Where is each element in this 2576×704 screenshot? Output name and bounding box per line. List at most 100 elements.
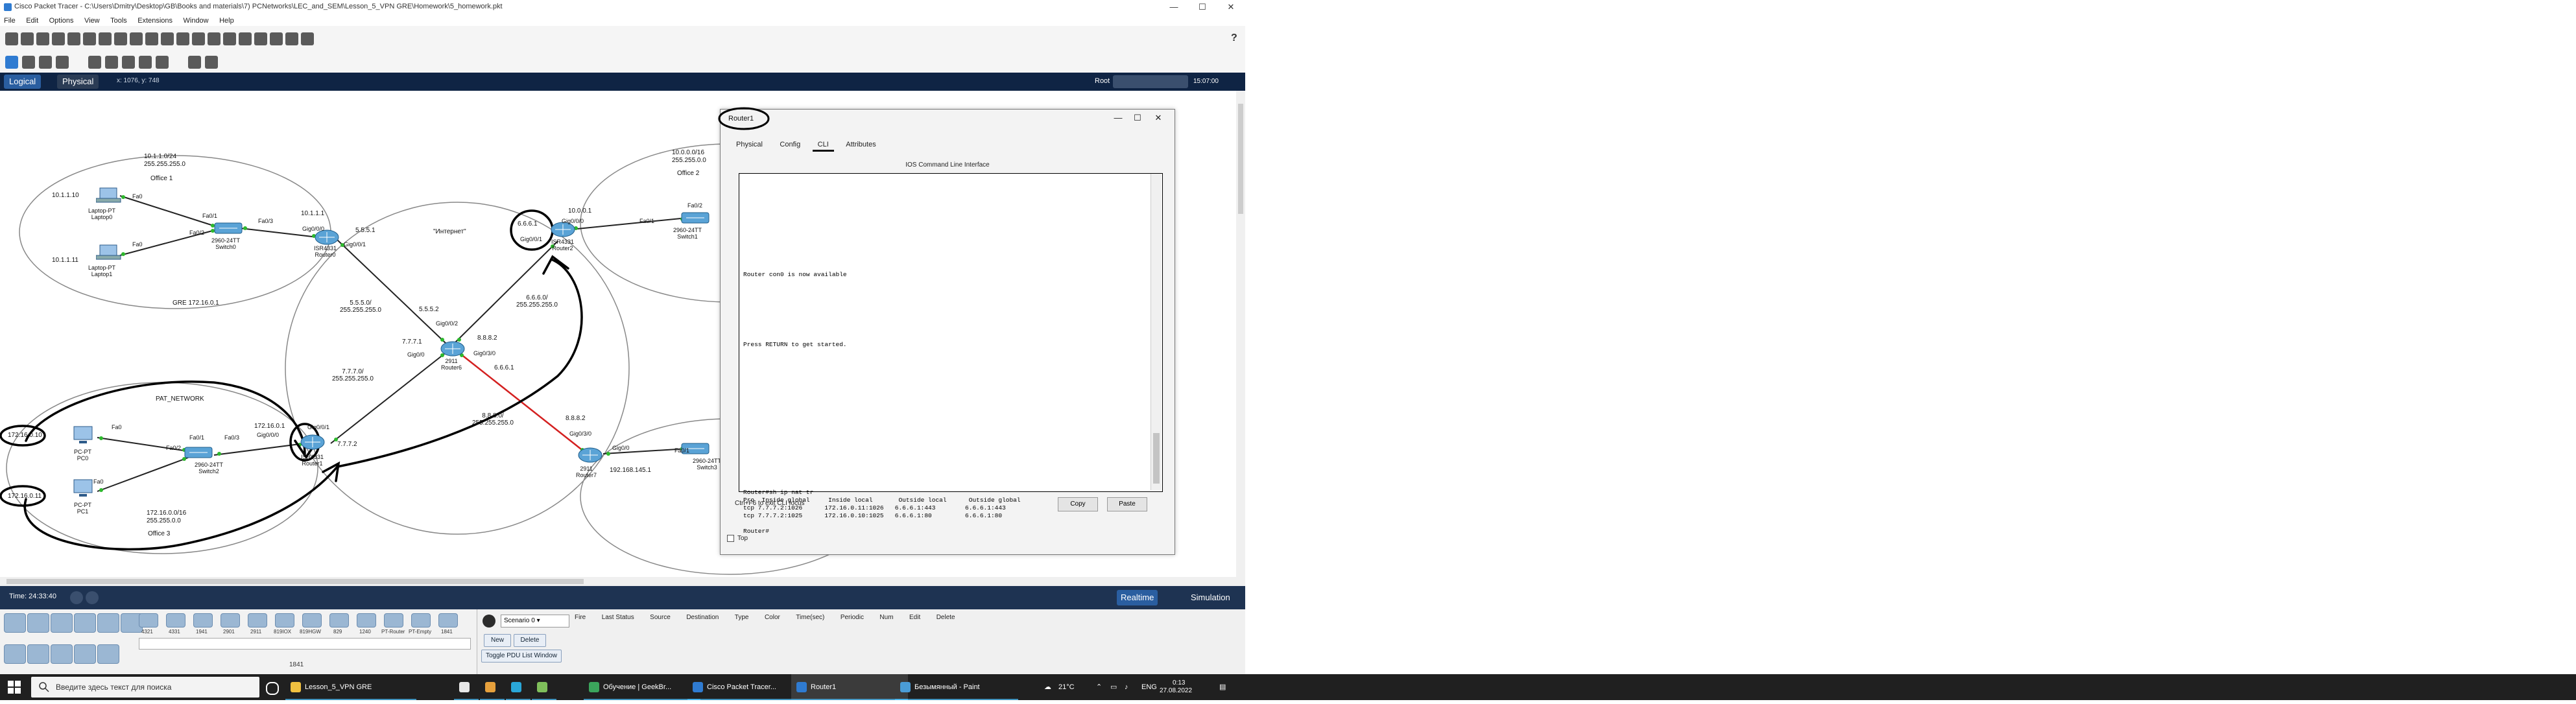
power-cycle-icon[interactable]	[70, 591, 83, 604]
copy-icon[interactable]	[114, 32, 127, 45]
network-icon[interactable]: ▭	[1110, 674, 1117, 700]
vertical-scroll-thumb[interactable]	[1238, 104, 1243, 214]
simulation-button[interactable]: Simulation	[1187, 590, 1234, 605]
delete-scenario-button[interactable]: Delete	[514, 634, 546, 647]
switches-category-icon[interactable]	[27, 613, 49, 633]
model-1841-icon[interactable]	[438, 613, 458, 628]
laptop0-icon[interactable]	[96, 187, 122, 205]
top-checkbox[interactable]: Top	[727, 535, 748, 542]
fast-forward-icon[interactable]	[86, 591, 99, 604]
menu-view[interactable]: View	[80, 16, 104, 26]
components-category-icon[interactable]	[27, 644, 49, 664]
zoom-out-icon[interactable]	[223, 32, 236, 45]
horizontal-scroll-thumb[interactable]	[6, 579, 584, 584]
menu-file[interactable]: File	[0, 16, 19, 26]
switch0-icon[interactable]	[214, 220, 243, 236]
taskbar-app-router1[interactable]: Router1	[791, 674, 908, 700]
freeform-icon[interactable]	[156, 56, 169, 69]
new-icon[interactable]	[5, 32, 18, 45]
ellipse-icon[interactable]	[139, 56, 152, 69]
paste-icon[interactable]	[130, 32, 143, 45]
dialog-maximize-button[interactable]: ☐	[1129, 112, 1146, 124]
model-pt-router-icon[interactable]	[384, 613, 403, 628]
dialog-minimize-button[interactable]: —	[1110, 112, 1127, 124]
workspace-horizontal-scrollbar[interactable]	[0, 577, 1245, 586]
paste-button[interactable]: Paste	[1107, 497, 1147, 511]
clock-date[interactable]: 27.08.2022	[1160, 678, 1192, 704]
weather-icon[interactable]: ☁	[1044, 674, 1051, 700]
taskbar-app-packet-tracer[interactable]: Cisco Packet Tracer...	[687, 674, 804, 700]
camera-icon[interactable]	[301, 32, 314, 45]
drawing-palette-icon[interactable]	[239, 32, 252, 45]
model-819iox-icon[interactable]	[275, 613, 294, 628]
taskbar-app-2[interactable]	[454, 674, 479, 700]
complex-pdu-icon[interactable]	[205, 56, 218, 69]
tab-cli[interactable]: CLI	[812, 139, 834, 152]
help-icon[interactable]: ?	[1231, 32, 1237, 44]
laptop1-icon[interactable]	[96, 244, 122, 262]
zoom-reset-icon[interactable]	[208, 32, 221, 45]
model-819hgw-icon[interactable]	[302, 613, 322, 628]
notifications-icon[interactable]: ▤	[1219, 674, 1226, 700]
scenario-select[interactable]: Scenario 0 ▾	[501, 615, 569, 628]
checkbox-box[interactable]	[727, 535, 734, 542]
view-controls[interactable]	[1113, 75, 1188, 88]
menu-window[interactable]: Window	[180, 16, 213, 26]
windows-start-icon[interactable]	[8, 681, 21, 694]
weather-temp[interactable]: 21°C	[1058, 674, 1075, 700]
close-button[interactable]: ✕	[1217, 0, 1245, 14]
python-icon[interactable]	[285, 32, 298, 45]
taskbar-app-paint[interactable]: Безымянный - Paint	[895, 674, 1018, 700]
logical-tab[interactable]: Logical	[4, 75, 42, 89]
line-icon[interactable]	[105, 56, 118, 69]
volume-icon[interactable]: ♪	[1125, 674, 1128, 700]
task-view-icon[interactable]	[266, 682, 279, 695]
wireless-category-icon[interactable]	[74, 613, 96, 633]
tray-up-icon[interactable]: ⌃	[1096, 674, 1102, 700]
switch2-icon[interactable]	[184, 445, 213, 460]
taskbar-app-browser[interactable]: Обучение | GeekBr...	[584, 674, 700, 700]
undo-icon[interactable]	[161, 32, 174, 45]
menu-help[interactable]: Help	[215, 16, 238, 26]
model-4331-icon[interactable]	[166, 613, 185, 628]
toggle-pdu-list-button[interactable]: Toggle PDU List Window	[481, 650, 562, 663]
select-icon[interactable]	[5, 56, 18, 69]
print-icon[interactable]	[67, 32, 80, 45]
taskbar-app-lesson5[interactable]: Lesson_5_VPN GRE	[285, 674, 416, 700]
minimize-button[interactable]: —	[1160, 0, 1188, 14]
routers-category-icon[interactable]	[4, 613, 26, 633]
taskbar-app-4[interactable]	[506, 674, 531, 700]
copy-button[interactable]: Copy	[1058, 497, 1098, 511]
taskbar-search-box[interactable]: Введите здесь текст для поиска	[31, 677, 259, 698]
tab-attributes[interactable]: Attributes	[841, 139, 881, 150]
network-info-icon[interactable]	[99, 32, 112, 45]
physical-tab[interactable]: Physical	[57, 75, 99, 89]
new-scenario-button[interactable]: New	[484, 634, 511, 647]
redo-icon[interactable]	[176, 32, 189, 45]
dialog-close-button[interactable]: ✕	[1150, 112, 1167, 124]
model-2901-icon[interactable]	[221, 613, 240, 628]
security-category-icon[interactable]	[97, 613, 119, 633]
multiuser-category-icon[interactable]	[97, 644, 119, 664]
resize-icon[interactable]	[56, 56, 69, 69]
end-devices-category-icon[interactable]	[4, 644, 26, 664]
pdu-icon[interactable]	[270, 32, 283, 45]
rectangle-icon[interactable]	[122, 56, 135, 69]
tab-physical[interactable]: Physical	[731, 139, 768, 150]
inspect-icon[interactable]	[22, 56, 35, 69]
menu-options[interactable]: Options	[45, 16, 78, 26]
model-2911-icon[interactable]	[248, 613, 267, 628]
delete-icon[interactable]	[39, 56, 52, 69]
model-1941-icon[interactable]	[193, 613, 213, 628]
maximize-button[interactable]: ☐	[1188, 0, 1217, 14]
taskbar-app-3[interactable]	[480, 674, 505, 700]
save-icon[interactable]	[36, 32, 49, 45]
connections-category-icon[interactable]	[51, 644, 73, 664]
taskbar-app-5[interactable]	[532, 674, 556, 700]
model-4321-icon[interactable]	[139, 613, 158, 628]
hubs-category-icon[interactable]	[51, 613, 73, 633]
open-icon[interactable]	[21, 32, 34, 45]
simple-pdu-icon[interactable]	[188, 56, 201, 69]
save-as-icon[interactable]	[52, 32, 65, 45]
cli-scroll-thumb[interactable]	[1153, 433, 1160, 484]
